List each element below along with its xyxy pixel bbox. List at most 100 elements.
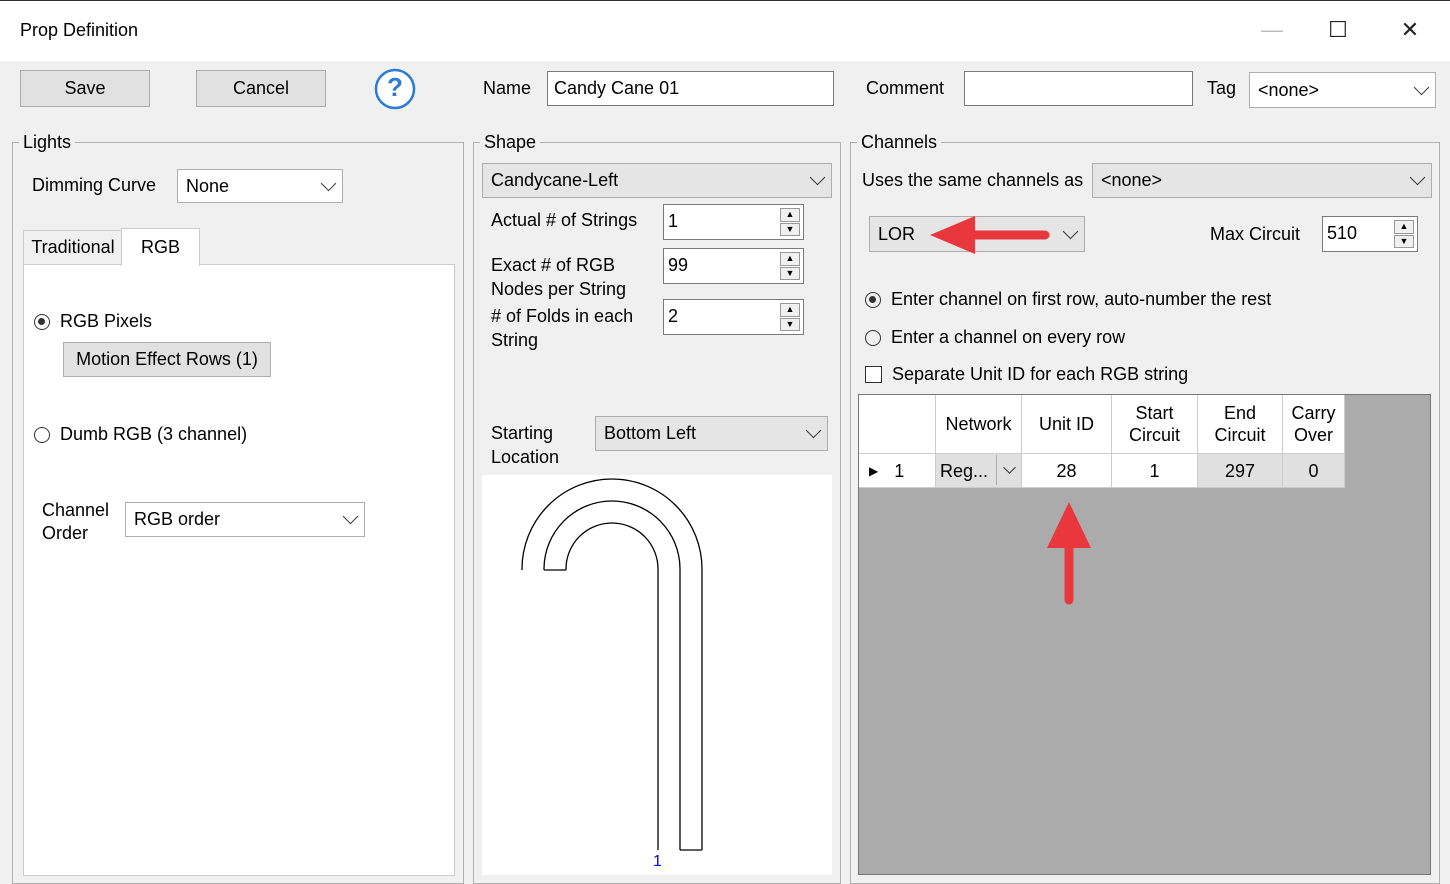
tag-dropdown[interactable]: <none> <box>1249 72 1436 108</box>
dumb-rgb-label: Dumb RGB (3 channel) <box>60 424 248 444</box>
grid-header-end-line2: Circuit <box>1214 425 1266 445</box>
spinner-arrows-icon[interactable]: ▲ ▼ <box>780 208 800 236</box>
unit-id-value: 28 <box>1056 460 1077 481</box>
tab-rgb-label: RGB <box>140 237 180 257</box>
nodes-label-line1: Exact # of RGB <box>491 255 616 275</box>
close-button[interactable]: ✕ <box>1386 10 1434 50</box>
end-circuit-value: 297 <box>1224 460 1256 481</box>
cancel-button[interactable]: Cancel <box>196 70 326 107</box>
tag-label: Tag <box>1207 78 1237 98</box>
name-label: Name <box>483 78 532 98</box>
strings-stepper[interactable]: 1 ▲ ▼ <box>663 204 804 240</box>
rgb-pixels-option[interactable]: RGB Pixels <box>34 311 152 332</box>
strings-label: Actual # of Strings <box>491 210 638 230</box>
grid-header-unit-id[interactable]: Unit ID <box>1022 395 1112 454</box>
comment-field[interactable] <box>964 71 1193 106</box>
radio-unselected-icon <box>34 426 50 443</box>
chevron-down-icon <box>1413 79 1430 95</box>
window-title: Prop Definition <box>20 20 139 40</box>
spinner-arrows-icon[interactable]: ▲ ▼ <box>1394 220 1414 248</box>
start-circuit-cell[interactable]: 1 <box>1112 454 1198 488</box>
minimize-button[interactable]: — <box>1248 10 1296 50</box>
starting-location-label-line2: Location <box>491 447 560 467</box>
network-dropdown-button[interactable] <box>996 455 1021 485</box>
grid-header-start-circuit[interactable]: Start Circuit <box>1112 395 1198 454</box>
rgb-pixels-label: RGB Pixels <box>60 311 153 331</box>
tab-rgb[interactable]: RGB <box>121 228 200 266</box>
dimming-curve-dropdown[interactable]: None <box>177 169 343 203</box>
chevron-down-icon <box>809 169 826 186</box>
grid-header-carry-line2: Over <box>1293 425 1333 445</box>
start-node-marker: 1 <box>653 853 662 870</box>
auto-number-option[interactable]: Enter channel on first row, auto-number … <box>865 289 1271 310</box>
help-glyph: ? <box>387 72 403 102</box>
shape-preview: 1 <box>482 475 832 875</box>
nodes-stepper[interactable]: 99 ▲ ▼ <box>663 248 804 284</box>
grid-header-carry-over[interactable]: Carry Over <box>1283 395 1345 454</box>
radio-selected-icon <box>865 291 881 308</box>
grid-header-start-line1: Start <box>1135 403 1174 423</box>
grid-header-unit-id-label: Unit ID <box>1038 414 1094 434</box>
maximize-button[interactable]: ☐ <box>1314 10 1362 50</box>
uses-same-channels-value: <none> <box>1101 170 1163 190</box>
candycane-shape <box>521 478 703 851</box>
channels-legend: Channels <box>861 132 938 152</box>
folds-label: # of Folds in each String <box>491 304 633 352</box>
grid-corner-header <box>859 395 936 454</box>
strings-value: 1 <box>668 211 679 231</box>
save-button[interactable]: Save <box>20 70 150 107</box>
dimming-curve-label: Dimming Curve <box>32 175 157 195</box>
shape-dropdown[interactable]: Candycane-Left <box>482 163 832 198</box>
every-row-option[interactable]: Enter a channel on every row <box>865 327 1125 348</box>
separate-unit-id-option[interactable]: Separate Unit ID for each RGB string <box>865 364 1188 385</box>
spinner-arrows-icon[interactable]: ▲ ▼ <box>780 252 800 280</box>
checkbox-icon <box>865 366 882 383</box>
current-row-icon: ▶ <box>869 463 879 478</box>
dumb-rgb-option[interactable]: Dumb RGB (3 channel) <box>34 424 247 445</box>
network-value: Reg... <box>940 460 989 481</box>
nodes-label-line2: Nodes per String <box>491 279 627 299</box>
channel-order-label-line1: Channel <box>42 500 110 520</box>
channels-grid[interactable]: Network Unit ID Start Circuit End Circui… <box>858 394 1431 875</box>
folds-value: 2 <box>668 306 679 326</box>
arrow-up-icon <box>1047 502 1091 605</box>
arrow-left-icon <box>930 216 1050 254</box>
chevron-down-icon <box>805 422 822 439</box>
max-circuit-value: 510 <box>1327 223 1358 243</box>
chevron-down-icon <box>342 508 359 525</box>
nodes-label: Exact # of RGB Nodes per String <box>491 253 626 301</box>
max-circuit-stepper[interactable]: 510 ▲ ▼ <box>1322 216 1418 252</box>
comment-label: Comment <box>866 78 945 98</box>
title-bar <box>0 0 1450 61</box>
unit-id-cell[interactable]: 28 <box>1022 454 1112 488</box>
folds-stepper[interactable]: 2 ▲ ▼ <box>663 299 804 335</box>
grid-header-end-circuit[interactable]: End Circuit <box>1198 395 1283 454</box>
radio-selected-icon <box>34 313 50 330</box>
network-cell[interactable]: Reg... <box>936 454 1022 488</box>
grid-header-network-label: Network <box>945 414 1012 434</box>
channel-order-label-line2: Order <box>42 523 89 543</box>
uses-same-channels-dropdown[interactable]: <none> <box>1092 163 1432 198</box>
dimming-curve-value: None <box>186 175 230 196</box>
grid-header-start-line2: Circuit <box>1128 425 1180 445</box>
shape-legend: Shape <box>484 132 537 152</box>
every-row-label: Enter a channel on every row <box>891 327 1126 347</box>
help-icon[interactable]: ? <box>373 67 417 116</box>
name-field[interactable]: Candy Cane 01 <box>547 71 834 106</box>
chevron-down-icon <box>320 175 337 191</box>
tab-traditional-label: Traditional <box>31 237 115 257</box>
grid-header-network[interactable]: Network <box>936 395 1022 454</box>
max-circuit-label: Max Circuit <box>1210 224 1301 244</box>
motion-effect-rows-button[interactable]: Motion Effect Rows (1) <box>63 342 271 377</box>
channel-order-dropdown[interactable]: RGB order <box>125 502 365 537</box>
tab-traditional[interactable]: Traditional <box>23 230 123 264</box>
radio-unselected-icon <box>865 329 881 346</box>
end-circuit-cell: 297 <box>1198 454 1283 488</box>
starting-location-label: Starting Location <box>491 421 559 469</box>
table-row-header[interactable]: ▶ 1 <box>859 454 936 488</box>
uses-same-channels-label: Uses the same channels as <box>862 170 1084 190</box>
starting-location-dropdown[interactable]: Bottom Left <box>595 416 828 451</box>
separate-unit-id-label: Separate Unit ID for each RGB string <box>892 364 1189 384</box>
spinner-arrows-icon[interactable]: ▲ ▼ <box>780 303 800 331</box>
carry-over-value: 0 <box>1308 460 1319 481</box>
